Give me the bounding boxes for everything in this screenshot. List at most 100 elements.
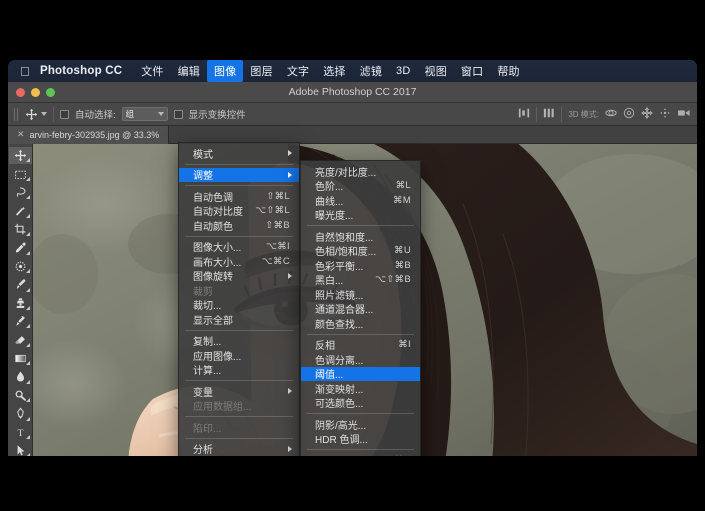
menu-item-mode[interactable]: 模式 bbox=[179, 146, 299, 161]
options-bar-grip[interactable] bbox=[14, 107, 19, 121]
lasso-tool[interactable] bbox=[9, 184, 32, 201]
menu-item-label: 黑白... bbox=[315, 276, 344, 288]
menu-item-label: 显示全部 bbox=[193, 315, 233, 327]
menu-item-exposure[interactable]: 曝光度... bbox=[301, 208, 420, 222]
minimize-button[interactable] bbox=[31, 87, 40, 97]
menu-item-posterize[interactable]: 色调分离... bbox=[301, 352, 420, 367]
close-button[interactable] bbox=[16, 87, 25, 97]
app-title: Adobe Photoshop CC 2017 bbox=[288, 86, 417, 98]
crop-tool[interactable] bbox=[9, 221, 32, 238]
menu-item-auto-tone[interactable]: 自动色调 ⇧⌘L bbox=[179, 189, 299, 204]
menubar-item-type[interactable]: 文字 bbox=[280, 60, 316, 82]
menu-item-selective-color[interactable]: 可选颜色... bbox=[301, 396, 420, 410]
menubar-item-window[interactable]: 窗口 bbox=[454, 60, 490, 82]
menu-item-brightness-contrast[interactable]: 亮度/对比度... bbox=[301, 164, 420, 179]
menubar-item-3d[interactable]: 3D bbox=[389, 62, 417, 80]
menu-item-curves[interactable]: 曲线... ⌘M bbox=[301, 193, 420, 208]
document-tab[interactable]: ✕ arvin-febry-302935.jpg @ 33.3% bbox=[8, 125, 170, 144]
clone-stamp-tool[interactable] bbox=[9, 295, 32, 312]
type-tool[interactable]: T bbox=[9, 424, 32, 441]
menu-item-auto-color[interactable]: 自动颜色 ⇧⌘B bbox=[179, 218, 299, 233]
history-brush-tool[interactable] bbox=[9, 313, 32, 330]
distribute-icon[interactable] bbox=[543, 107, 555, 122]
move-tool[interactable] bbox=[8, 147, 32, 165]
marquee-tool[interactable] bbox=[9, 165, 32, 182]
menu-item-label: 自动色调 bbox=[193, 192, 233, 204]
align-icon[interactable] bbox=[518, 107, 530, 122]
menu-item-invert[interactable]: 反相 ⌘I bbox=[301, 338, 420, 352]
menu-item-black-and-white[interactable]: 黑白... ⌥⇧⌘B bbox=[301, 273, 420, 288]
menu-item-threshold[interactable]: 阈值... bbox=[301, 366, 420, 382]
menu-item-adjustments[interactable]: 调整 bbox=[179, 167, 299, 182]
tool-preset-chevron-down-icon[interactable] bbox=[41, 112, 47, 116]
menu-item-label: 计算... bbox=[193, 366, 222, 378]
auto-select-checkbox[interactable] bbox=[60, 109, 69, 119]
image-menu[interactable]: 模式 调整 自动色调 ⇧⌘L 自动对比度 ⌥⇧⌘L 自动颜色 ⇧⌘B 图像大小.… bbox=[178, 142, 300, 456]
menu-item-image-rotation[interactable]: 图像旋转 bbox=[179, 269, 299, 283]
orbit-3d-icon[interactable] bbox=[605, 107, 617, 122]
menu-item-label: 阴影/高光... bbox=[315, 420, 367, 432]
menu-item-hdr-toning[interactable]: HDR 色调... bbox=[301, 432, 420, 446]
menubar-item-filter[interactable]: 滤镜 bbox=[353, 60, 389, 82]
menu-item-auto-contrast[interactable]: 自动对比度 ⌥⇧⌘L bbox=[179, 204, 299, 218]
eraser-tool[interactable] bbox=[9, 331, 32, 348]
menu-item-color-lookup[interactable]: 颜色查找... bbox=[301, 316, 420, 331]
close-icon[interactable]: ✕ bbox=[17, 129, 25, 140]
pan-3d-icon[interactable] bbox=[641, 106, 653, 122]
menubar-item-view[interactable]: 视图 bbox=[418, 60, 454, 82]
menu-item-color-balance[interactable]: 色彩平衡... ⌘B bbox=[301, 258, 420, 273]
path-selection-tool[interactable] bbox=[9, 442, 32, 456]
roll-3d-icon[interactable] bbox=[623, 107, 635, 122]
menu-item-label: 阈值... bbox=[315, 370, 344, 382]
submenu-arrow-icon bbox=[288, 272, 292, 279]
menu-item-analysis[interactable]: 分析 bbox=[179, 442, 299, 456]
menu-item-reveal-all[interactable]: 显示全部 bbox=[179, 312, 299, 327]
auto-select-dropdown[interactable]: 组 bbox=[121, 107, 168, 121]
blur-tool[interactable] bbox=[9, 368, 32, 385]
brush-tool[interactable] bbox=[9, 276, 32, 293]
show-transform-checkbox[interactable] bbox=[173, 109, 183, 119]
menu-item-shortcut: ⌥⌘I bbox=[266, 241, 290, 253]
menu-item-shadows-highlights[interactable]: 阴影/高光... bbox=[301, 417, 420, 432]
slide-3d-icon[interactable] bbox=[659, 107, 671, 122]
move-tool-icon[interactable] bbox=[25, 108, 47, 121]
menu-item-label: 渐变映射... bbox=[315, 384, 364, 396]
menu-item-channel-mixer[interactable]: 通道混合器... bbox=[301, 302, 420, 317]
menu-item-label: 颜色查找... bbox=[315, 319, 364, 331]
menubar-item-select[interactable]: 选择 bbox=[316, 60, 352, 82]
menubar-item-layer[interactable]: 图层 bbox=[243, 60, 279, 82]
eyedropper-tool[interactable] bbox=[9, 239, 32, 256]
menu-item-desaturate[interactable]: 去色 ⇧⌘U bbox=[301, 453, 420, 456]
menu-item-duplicate[interactable]: 复制... bbox=[179, 334, 299, 348]
gradient-tool[interactable] bbox=[9, 350, 32, 367]
menu-separator bbox=[185, 235, 293, 237]
menu-item-shortcut: ⌘B bbox=[394, 259, 411, 271]
menu-item-canvas-size[interactable]: 画布大小... ⌥⌘C bbox=[179, 254, 299, 269]
menu-item-hue-saturation[interactable]: 色相/饱和度... ⌘U bbox=[301, 244, 420, 258]
menu-item-levels[interactable]: 色阶... ⌘L bbox=[301, 179, 420, 193]
menu-item-vibrance[interactable]: 自然饱和度... bbox=[301, 229, 420, 244]
menu-item-photo-filter[interactable]: 照片滤镜... bbox=[301, 287, 420, 302]
menubar-item-help[interactable]: 帮助 bbox=[490, 60, 526, 82]
menu-item-trim[interactable]: 裁切... bbox=[179, 298, 299, 312]
zoom-button[interactable] bbox=[46, 87, 55, 97]
quick-selection-tool[interactable] bbox=[9, 202, 32, 219]
spot-healing-tool[interactable] bbox=[9, 258, 32, 275]
menubar-app-name[interactable]: Photoshop CC bbox=[40, 65, 122, 77]
menu-item-variables[interactable]: 变量 bbox=[179, 384, 299, 399]
adjustments-submenu[interactable]: 亮度/对比度... 色阶... ⌘L 曲线... ⌘M 曝光度... 自然饱和度… bbox=[300, 160, 421, 456]
menu-item-apply-image[interactable]: 应用图像... bbox=[179, 348, 299, 363]
menubar-item-file[interactable]: 文件 bbox=[134, 60, 170, 82]
chevron-down-icon bbox=[157, 112, 164, 116]
dodge-tool[interactable] bbox=[9, 387, 32, 404]
menu-item-image-size[interactable]: 图像大小... ⌥⌘I bbox=[179, 240, 299, 254]
menu-item-gradient-map[interactable]: 渐变映射... bbox=[301, 381, 420, 396]
menu-item-label: 通道混合器... bbox=[315, 305, 374, 317]
menubar-item-edit[interactable]: 编辑 bbox=[171, 60, 207, 82]
zoom-3d-icon[interactable] bbox=[677, 107, 691, 122]
menu-item-calculations[interactable]: 计算... bbox=[179, 363, 299, 378]
menubar-item-image[interactable]: 图像 bbox=[207, 60, 244, 82]
pen-tool[interactable] bbox=[9, 405, 32, 422]
menu-separator bbox=[307, 449, 414, 450]
apple-logo-icon[interactable]:  bbox=[20, 65, 30, 78]
